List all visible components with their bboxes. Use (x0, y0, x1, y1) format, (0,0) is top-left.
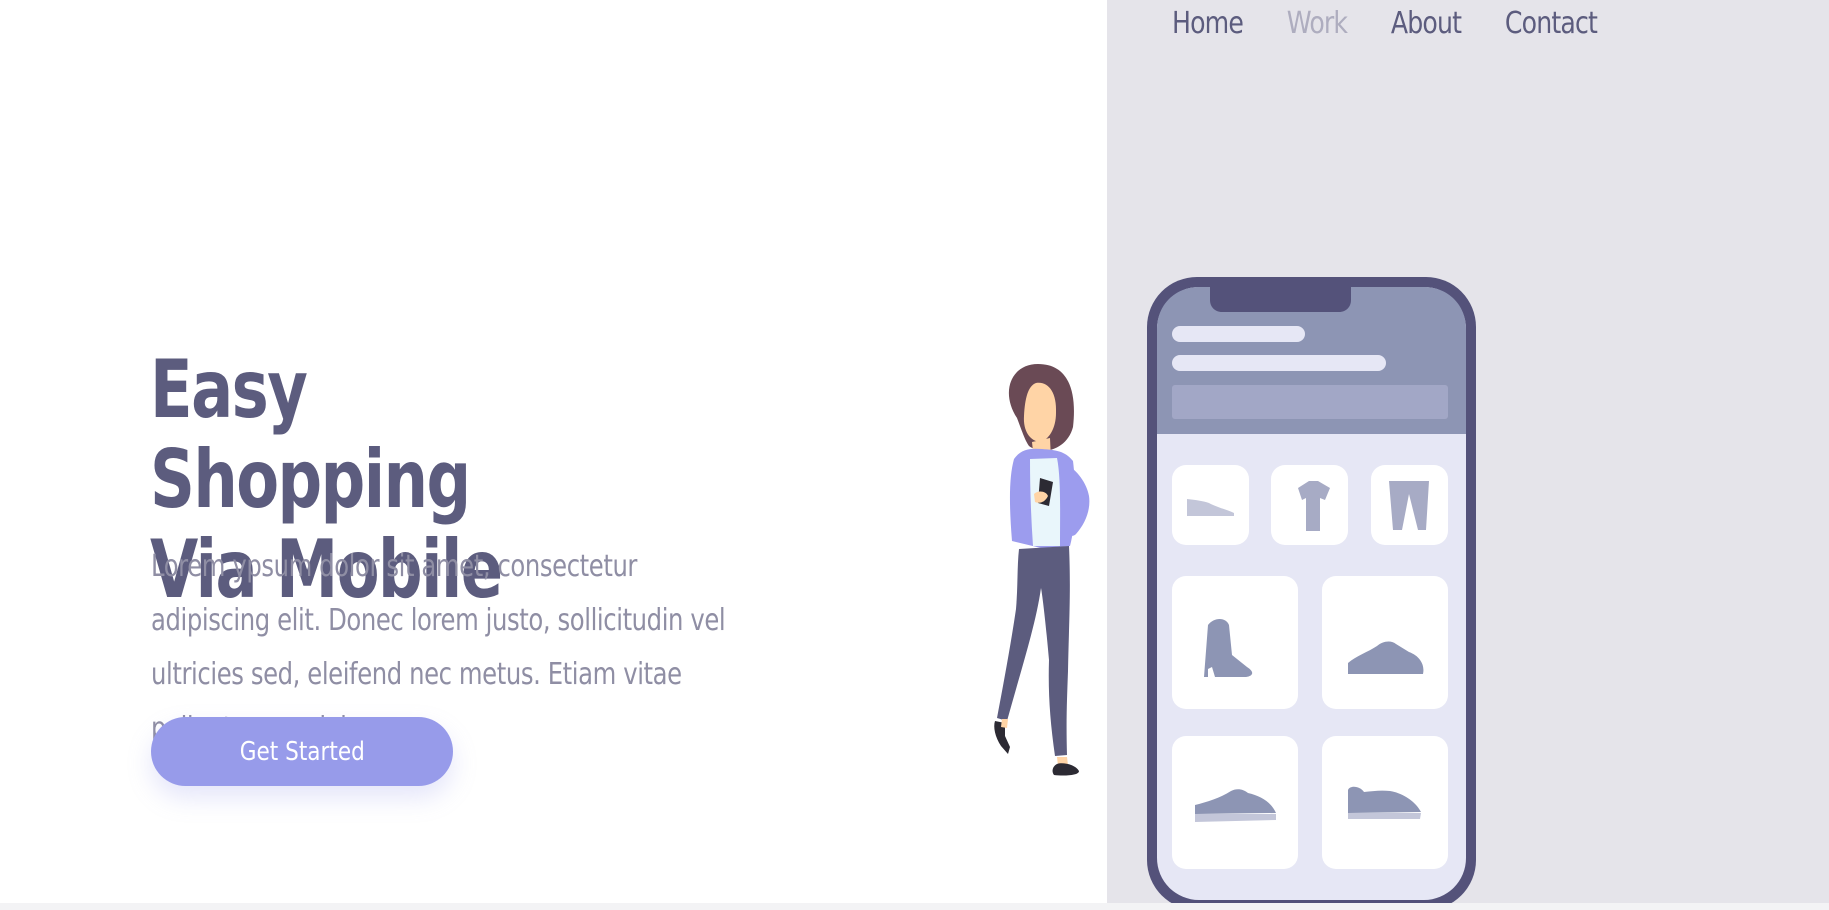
main-navigation: Home Work About Contact (1172, 2, 1598, 45)
smartphone-icon (1147, 277, 1476, 910)
woman-shopping-icon (994, 364, 1090, 776)
mobile-shopping-illustration (994, 277, 1476, 910)
nav-work-link[interactable]: Work (1287, 2, 1348, 45)
page-bottom-divider (0, 903, 1829, 910)
nav-contact-link[interactable]: Contact (1505, 2, 1598, 45)
nav-about-link[interactable]: About (1391, 2, 1462, 45)
hero-title-line-1: Easy Shopping (150, 343, 471, 526)
get-started-button[interactable]: Get Started (151, 717, 453, 786)
landing-page: Home Work About Contact Easy Shopping Vi… (0, 0, 1829, 910)
nav-home-link[interactable]: Home (1172, 2, 1244, 45)
get-started-label: Get Started (239, 736, 365, 767)
